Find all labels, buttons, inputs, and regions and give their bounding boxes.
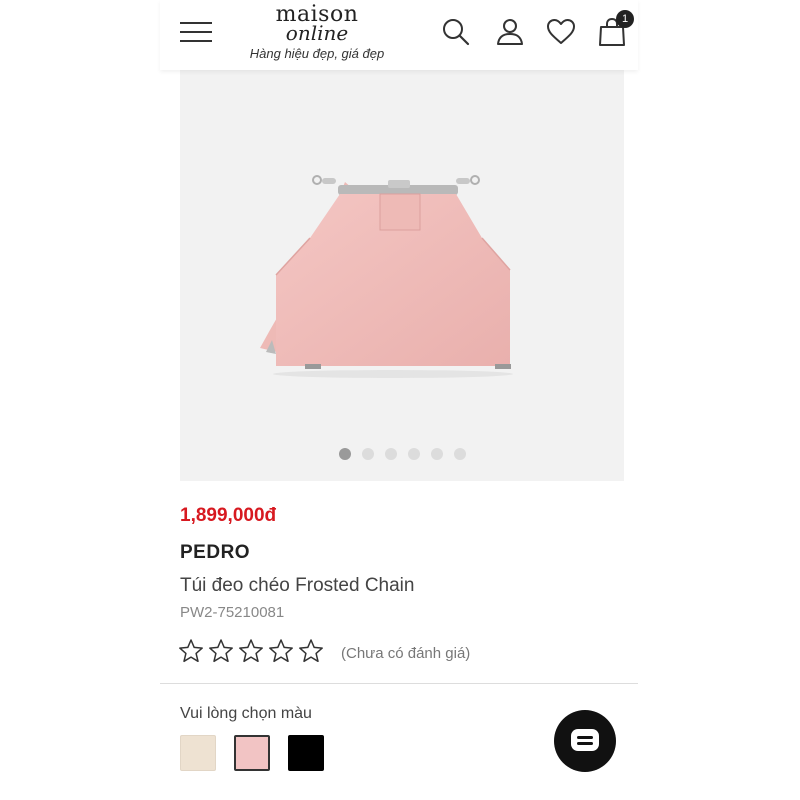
star-icon[interactable] bbox=[238, 638, 264, 664]
color-swatch[interactable] bbox=[180, 735, 216, 771]
tagline: Hàng hiệu đẹp, giá đẹp bbox=[249, 46, 385, 61]
cart-count-badge: 1 bbox=[616, 10, 634, 28]
product-name: Túi đeo chéo Frosted Chain bbox=[180, 575, 415, 596]
star-icon[interactable] bbox=[268, 638, 294, 664]
color-swatch[interactable] bbox=[288, 735, 324, 771]
heart-icon[interactable] bbox=[545, 16, 577, 48]
chat-button[interactable] bbox=[554, 710, 616, 772]
header: maison online Hàng hiệu đẹp, giá đẹp 1 bbox=[160, 0, 638, 70]
gallery-dot[interactable] bbox=[384, 448, 397, 460]
divider bbox=[160, 683, 638, 684]
color-swatch[interactable] bbox=[234, 735, 270, 771]
product-page: maison online Hàng hiệu đẹp, giá đẹp 1 1… bbox=[160, 0, 638, 800]
gallery-dot[interactable] bbox=[407, 448, 420, 460]
user-icon[interactable] bbox=[494, 16, 526, 48]
logo[interactable]: maison online Hàng hiệu đẹp, giá đẹp bbox=[232, 4, 402, 62]
gallery-dot[interactable] bbox=[430, 448, 443, 460]
star-icon[interactable] bbox=[178, 638, 204, 664]
gallery-dot[interactable] bbox=[361, 448, 374, 460]
product-price: 1,899,000đ bbox=[180, 505, 277, 526]
gallery-dot[interactable] bbox=[453, 448, 466, 460]
star-icon[interactable] bbox=[298, 638, 324, 664]
rating-stars[interactable] bbox=[178, 638, 328, 664]
search-icon[interactable] bbox=[440, 16, 472, 48]
star-icon[interactable] bbox=[208, 638, 234, 664]
chat-icon bbox=[571, 729, 599, 751]
gallery-dots bbox=[180, 448, 624, 460]
color-label: Vui lòng chọn màu bbox=[180, 705, 312, 722]
product-sku: PW2-75210081 bbox=[180, 604, 285, 621]
gallery-dot[interactable] bbox=[338, 448, 351, 460]
logo-mid-text: online bbox=[285, 21, 349, 45]
menu-icon[interactable] bbox=[180, 20, 212, 44]
shopping-bag-icon[interactable]: 1 bbox=[596, 10, 634, 48]
product-brand[interactable]: PEDRO bbox=[180, 542, 250, 564]
rating-text: (Chưa có đánh giá) bbox=[341, 645, 471, 662]
product-image-gallery[interactable] bbox=[180, 70, 624, 481]
product-image[interactable] bbox=[180, 70, 624, 481]
